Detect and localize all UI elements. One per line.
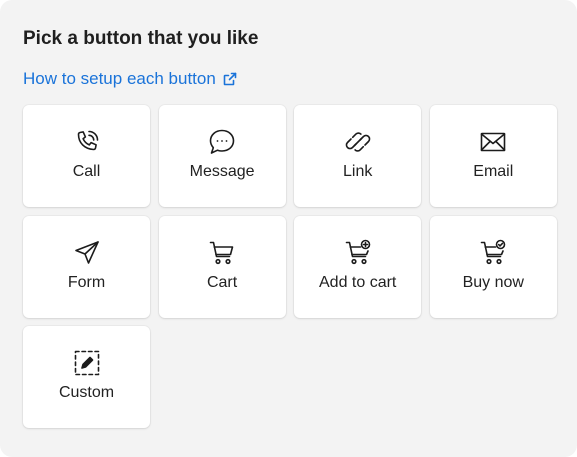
custom-button-option[interactable]: Custom	[23, 326, 150, 429]
form-label: Form	[67, 273, 106, 291]
message-label: Message	[189, 163, 255, 180]
form-button-option[interactable]: Form	[23, 215, 150, 318]
cart-add-icon	[343, 238, 373, 268]
call-button-option[interactable]: Call	[23, 105, 150, 207]
chat-bubble-icon	[207, 127, 237, 157]
envelope-icon	[478, 127, 508, 157]
buy-now-label: Buy now	[462, 273, 524, 291]
email-button-option[interactable]: Email	[429, 105, 557, 207]
help-link-label: How to setup each button	[23, 69, 216, 88]
buy-now-button-option[interactable]: Buy now	[429, 215, 557, 318]
link-button-option[interactable]: Link	[294, 105, 422, 207]
custom-label: Custom	[58, 384, 115, 402]
paper-plane-icon	[72, 238, 102, 268]
email-label: Email	[473, 163, 514, 180]
link-icon	[343, 127, 373, 157]
external-link-icon	[223, 72, 237, 86]
message-button-option[interactable]: Message	[158, 105, 286, 207]
call-label: Call	[72, 163, 101, 180]
add-to-cart-label: Add to cart	[319, 273, 397, 291]
cart-label: Cart	[206, 273, 238, 291]
phone-icon	[72, 127, 102, 157]
button-picker-panel: Pick a button that you like How to setup…	[0, 0, 577, 457]
cart-button-option[interactable]: Cart	[158, 215, 286, 318]
cart-icon	[207, 238, 237, 268]
button-options-grid: Call Message Link Email Form Cart Add to…	[23, 105, 557, 429]
cart-check-icon	[478, 238, 508, 268]
help-link[interactable]: How to setup each button	[23, 69, 238, 89]
add-to-cart-button-option[interactable]: Add to cart	[294, 215, 422, 318]
link-label: Link	[343, 163, 373, 180]
custom-edit-icon	[72, 348, 102, 378]
panel-title: Pick a button that you like	[23, 28, 259, 49]
